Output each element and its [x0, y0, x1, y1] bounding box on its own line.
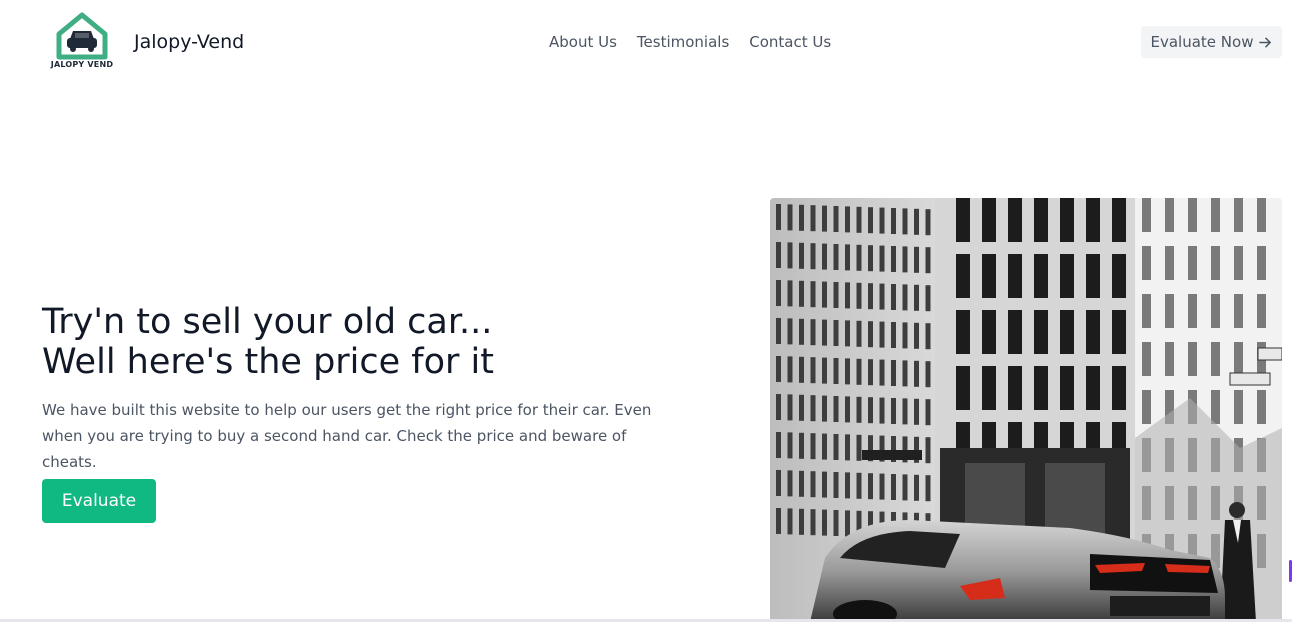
- headline-line-2: Well here's the price for it: [42, 342, 495, 382]
- logo-text: JALOPY VEND: [50, 60, 114, 69]
- hero-headline: Try'n to sell your old car... Well here'…: [42, 302, 494, 382]
- hero-description: We have built this website to help our u…: [42, 401, 652, 471]
- evaluate-now-button[interactable]: Evaluate Now: [1141, 26, 1282, 58]
- arrow-right-icon: [1259, 37, 1272, 47]
- main-nav: About Us Testimonials Contact Us: [549, 33, 831, 51]
- hero-image: [770, 198, 1282, 622]
- car-house-logo-icon: [56, 12, 108, 60]
- headline-line-1: Try'n to sell your old car...: [42, 302, 493, 342]
- nav-contact-us[interactable]: Contact Us: [749, 33, 831, 51]
- evaluate-now-label: Evaluate Now: [1150, 33, 1254, 51]
- nav-about-us[interactable]: About Us: [549, 33, 617, 51]
- landing-page: JALOPY VEND Jalopy-Vend About Us Testimo…: [0, 0, 1292, 622]
- evaluate-button[interactable]: Evaluate: [42, 479, 156, 523]
- brand-name[interactable]: Jalopy-Vend: [134, 31, 244, 53]
- hero-photo: [770, 198, 1282, 622]
- nav-testimonials[interactable]: Testimonials: [637, 33, 729, 51]
- logo[interactable]: JALOPY VEND: [46, 12, 118, 72]
